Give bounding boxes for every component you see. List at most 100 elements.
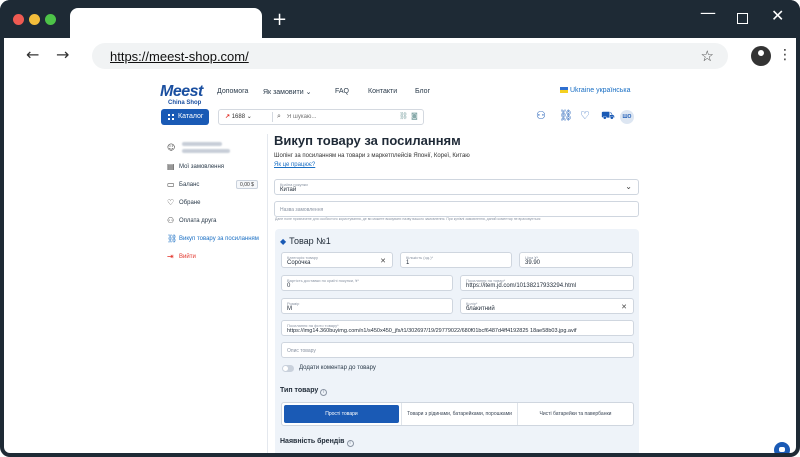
price-field[interactable]: Ціна ¥* 39.90 [519,252,633,268]
cart-icon[interactable]: ⛟ [601,110,615,122]
country-select[interactable]: Країна покупки Китай ⌄ [274,179,639,195]
sidebar-item-buy-by-link[interactable]: ⛓ Викуп товару за посиланням [167,234,259,243]
description-placeholder: Опис товару [287,348,316,354]
nav-blog[interactable]: Блог [415,88,430,95]
clear-icon[interactable]: ✕ [621,303,627,311]
nav-contacts[interactable]: Контакти [368,88,397,95]
url-text[interactable]: https://meest-shop.com/ [110,49,249,64]
catalog-label: Каталог [178,113,204,120]
link-icon[interactable]: ⛓ [559,110,573,122]
description-field[interactable]: Опис товару [281,342,634,358]
sidebar-item-balance[interactable]: ▭ Баланс [167,180,199,189]
size-value: M [287,306,292,312]
quantity-label: Кількість (од.)* [406,255,434,260]
heart-icon[interactable]: ♡ [580,110,590,122]
search-icon: ⌕ [277,112,281,120]
minimize-window-dot[interactable] [29,14,40,25]
nav-how-to-order[interactable]: Як замовити ⌄ [263,88,311,96]
camera-icon[interactable]: ◙ [411,112,418,120]
minimize-icon[interactable]: — [700,5,716,21]
color-value: блакитний [466,306,495,312]
chevron-down-icon: ⌄ [625,182,632,191]
info-icon[interactable]: i [346,440,354,447]
search-bar: ↗ 1688 ⌄ ⌕ ⛓ ◙ [218,109,424,125]
info-icon[interactable]: i [320,389,328,396]
color-field[interactable]: Колір* блакитний ✕ [460,298,634,314]
sidebar-item-pay-friend[interactable]: ⚇ Оплата друга [167,216,216,225]
sidebar-item-orders[interactable]: ▤ Мої замовлення [167,162,224,171]
grid-icon [168,114,174,120]
sidebar-item-favorites[interactable]: ♡ Обране [167,198,200,207]
language-switcher[interactable]: Ukraine українська [560,87,631,94]
logout-icon: ⇥ [167,252,174,261]
forward-arrow-icon[interactable]: → [56,47,69,63]
url-field[interactable]: https://meest-shop.com/ ☆ [92,43,728,69]
product-link-field[interactable]: Посилання на товар* https://item.jd.com/… [460,275,634,291]
product-type-liquids[interactable]: Товари з рідинами, батарейками, порошкам… [401,403,517,425]
user-name-redacted [182,142,222,146]
close-icon[interactable]: ✕ [771,8,784,24]
chat-icon[interactable] [774,442,790,453]
product-type-batteries[interactable]: Чисті батарейки та павербанки [517,403,633,425]
sidebar-item-label: Мої замовлення [179,164,225,170]
star-icon[interactable]: ☆ [701,47,714,65]
source-label: 1688 [231,114,246,120]
nav-help[interactable]: Допомога [217,88,248,95]
link-icon[interactable]: ⛓ [399,112,408,120]
category-value: Сорочка [287,260,311,266]
user-email-redacted [182,149,230,153]
page-viewport: Meest China Shop Допомога Як замовити ⌄ … [4,74,796,453]
heart-icon: ♡ [167,198,175,207]
product-type-heading: Тип товару i [280,387,328,396]
catalog-button[interactable]: Каталог [161,109,209,125]
order-name-hint: Дане поле призначене для особистого кори… [275,217,541,221]
search-input[interactable] [287,111,387,123]
chevron-down-icon: ⌄ [246,114,252,120]
country-label: Ukraine [570,87,595,94]
sidebar-item-label: Викуп товару за посиланням [179,236,259,242]
nav-how-to-order-label: Як замовити [263,89,304,96]
product-type-heading-text: Тип товару [280,387,319,394]
photo-link-value: https://img14.360buyimg.com/n1/s450x450_… [287,328,577,334]
back-arrow-icon[interactable]: ← [26,47,39,63]
wallet-icon: ▭ [167,180,175,189]
country-select-value: Китай [280,187,297,193]
tab-bar: + — ✕ [0,0,800,38]
order-name-placeholder: Назва замовлення [280,207,324,213]
sidebar-item-label: Оплата друга [179,218,217,224]
photo-link-field[interactable]: Посилання на фото товару* https://img14.… [281,320,634,336]
new-tab-button[interactable]: + [272,11,287,29]
maximize-window-dot[interactable] [45,14,56,25]
product-link-value: https://item.jd.com/10138217933294.html [466,283,577,289]
comment-toggle-label: Додати коментар до товару [299,365,376,371]
site-logo[interactable]: Meest China Shop [160,83,203,106]
shipping-cost-label: Вартість доставки по країні покупки, ¥* [287,278,359,283]
order-name-field[interactable]: Назва замовлення [274,201,639,217]
ukraine-flag-icon [560,87,568,93]
close-window-dot[interactable] [13,14,24,25]
sidebar-divider [267,134,268,453]
avatar[interactable]: ШО [620,110,634,124]
balance-badge: 0,00 $ [236,180,258,189]
comment-toggle[interactable] [282,365,294,372]
users-icon[interactable]: ⚇ [536,110,546,122]
active-tab[interactable] [70,8,262,38]
brands-heading: Наявність брендів i [280,438,354,447]
nav-faq[interactable]: FAQ [335,88,349,95]
search-source-select[interactable]: ↗ 1688 ⌄ [225,113,252,120]
product-type-simple[interactable]: Прості товари [284,405,399,423]
maximize-icon[interactable] [737,13,748,24]
brands-heading-text: Наявність брендів [280,438,345,445]
category-field[interactable]: Категорія товару Сорочка ✕ [281,252,393,268]
how-it-works-link[interactable]: Як це працює? [274,162,315,168]
quantity-field[interactable]: Кількість (од.)* 1 [400,252,512,268]
clear-icon[interactable]: ✕ [380,257,386,265]
shipping-cost-value: 0 [287,283,291,289]
shipping-cost-field[interactable]: Вартість доставки по країні покупки, ¥* … [281,275,453,291]
sidebar-item-logout[interactable]: ⇥ Вийти [167,252,196,261]
menu-icon[interactable]: ⋮ [778,47,792,63]
product-title: ◆ Товар №1 [280,236,331,246]
size-field[interactable]: Розмір M [281,298,453,314]
quantity-value: 1 [406,260,410,266]
account-icon[interactable] [751,46,771,66]
